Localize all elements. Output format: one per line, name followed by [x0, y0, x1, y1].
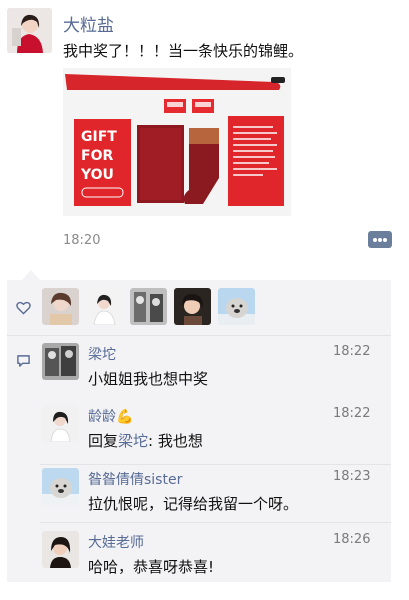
heart-outline-icon: [16, 301, 31, 315]
comment-text: 回复梁坨: 我也想: [88, 430, 203, 451]
comment-text: 拉仇恨呢，记得给我留一个呀。: [88, 495, 299, 513]
comment-time: 18:26: [333, 532, 371, 547]
comment-time: 18:23: [333, 469, 371, 484]
like-avatar-1[interactable]: [42, 288, 79, 325]
commenter-avatar[interactable]: [42, 405, 79, 442]
moments-post: 大粒盐 我中奖了！！！当一条快乐的锦鲤。 GIFT FOR YOU 18:20 …: [0, 0, 409, 600]
comment-text: 小姐姐我也想中奖: [88, 370, 209, 388]
gift-line-3: YOU: [80, 167, 114, 183]
comment-time: 18:22: [333, 344, 371, 359]
like-avatar-3[interactable]: [130, 288, 167, 325]
divider: [40, 522, 391, 523]
commenter-name[interactable]: 大娃老师: [88, 532, 144, 552]
author-avatar[interactable]: [7, 8, 52, 53]
author-name[interactable]: 大粒盐: [63, 11, 114, 36]
post-text: 我中奖了！！！当一条快乐的锦鲤。: [63, 42, 304, 60]
gift-line-1: GIFT: [81, 129, 117, 145]
likes-row: [7, 280, 391, 336]
like-avatar-5[interactable]: [218, 288, 255, 325]
like-avatar-4[interactable]: [174, 288, 211, 325]
reply-mention[interactable]: 梁坨: [118, 432, 148, 450]
post-time: 18:20: [63, 233, 101, 248]
panel-arrow: [22, 270, 40, 280]
more-dots-icon[interactable]: [368, 231, 392, 248]
divider: [40, 464, 391, 465]
post-photo[interactable]: GIFT FOR YOU: [63, 68, 291, 216]
reply-text: : 我也想: [148, 432, 203, 450]
gift-line-2: FOR: [81, 148, 113, 164]
comment-time: 18:22: [333, 406, 371, 421]
commenter-avatar[interactable]: [42, 531, 79, 568]
commenter-avatar[interactable]: [42, 468, 79, 505]
speech-bubble-icon: [17, 355, 30, 367]
comment-text: 哈哈，恭喜呀恭喜!: [88, 558, 215, 576]
like-avatar-2[interactable]: [86, 288, 123, 325]
commenter-avatar[interactable]: [42, 343, 79, 380]
commenter-name[interactable]: 梁坨: [88, 344, 116, 364]
interaction-panel: 梁坨 18:22 小姐姐我也想中奖 龄龄💪 18:22 回复梁坨: 我也想 昝昝…: [7, 280, 391, 582]
commenter-name[interactable]: 龄龄💪: [88, 406, 133, 426]
reply-prefix: 回复: [88, 432, 119, 450]
commenter-name[interactable]: 昝昝倩倩sister: [88, 469, 182, 489]
